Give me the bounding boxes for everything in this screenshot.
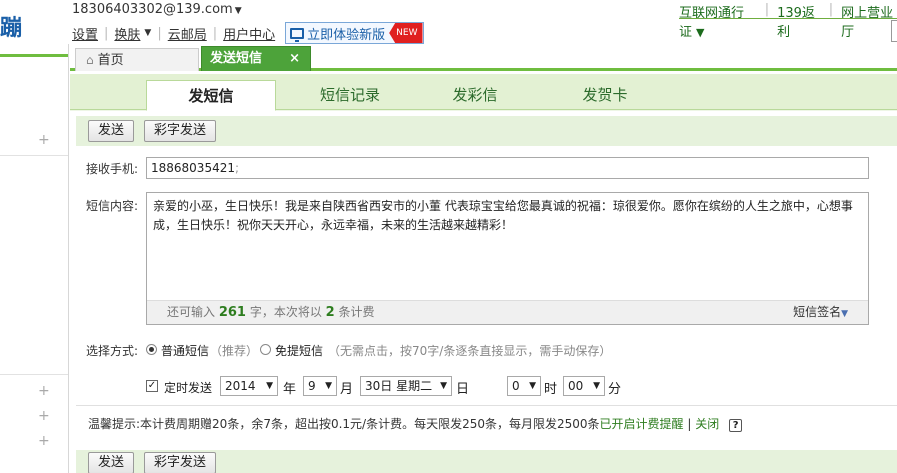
subtab-send-sms[interactable]: 发短信 bbox=[146, 80, 276, 111]
divider: | bbox=[212, 25, 218, 41]
tab-bar: ⌂ 首页 发送短信 × bbox=[70, 44, 897, 71]
header-rule bbox=[679, 18, 897, 19]
bottom-toolbar: 发送 彩字发送 bbox=[76, 450, 897, 473]
chevron-down-icon: ▼ bbox=[234, 6, 242, 16]
tab-send-sms-label: 发送短信 bbox=[210, 51, 263, 66]
day-select[interactable]: 30日 星期二 ▼ bbox=[360, 376, 452, 396]
close-icon[interactable]: × bbox=[289, 47, 300, 71]
user-center-link[interactable]: 用户中心 bbox=[223, 24, 275, 43]
hour-unit: 时 bbox=[544, 382, 558, 397]
hour-select[interactable]: 0 ▼ bbox=[507, 376, 541, 396]
divider bbox=[0, 155, 68, 156]
tab-home[interactable]: ⌂ 首页 bbox=[75, 48, 199, 71]
help-icon[interactable]: ? bbox=[729, 419, 743, 432]
month-select[interactable]: 9 ▼ bbox=[303, 376, 337, 396]
new-badge: NEW bbox=[389, 23, 423, 43]
send-button[interactable]: 发送 bbox=[88, 120, 134, 142]
scheduled-label[interactable]: 定时发送 bbox=[164, 379, 212, 396]
account-email: 18306403302@139.com bbox=[72, 2, 233, 17]
sidebar: + + + + bbox=[0, 44, 69, 473]
normal-sms-radio[interactable] bbox=[146, 344, 157, 355]
monitor-icon bbox=[290, 27, 305, 42]
logo: 蹦 bbox=[0, 16, 22, 41]
day-unit: 日 bbox=[456, 382, 470, 397]
divider: | bbox=[157, 25, 162, 41]
subtab-sms-records[interactable]: 短信记录 bbox=[295, 80, 405, 110]
send-button-bottom[interactable]: 发送 bbox=[88, 452, 134, 473]
account-menu[interactable]: 18306403302@139.com ▼ bbox=[72, 2, 242, 17]
sub-tabs: 发短信 短信记录 发彩信 发贺卡 bbox=[70, 74, 897, 111]
expand-plus-icon[interactable]: + bbox=[38, 133, 50, 147]
flash-sms-label[interactable]: 免提短信 bbox=[275, 342, 323, 359]
subtab-send-card[interactable]: 发贺卡 bbox=[555, 80, 655, 110]
chevron-down-icon: ▼ bbox=[696, 26, 705, 39]
recipient-input[interactable]: 18868035421; bbox=[146, 157, 869, 179]
try-new-version-button[interactable]: 立即体验新版 NEW bbox=[285, 22, 424, 44]
right-links: 互联网通行证 ▼ | 139返利 | 网上营业厅 bbox=[679, 2, 897, 40]
billing-count: 2 bbox=[325, 305, 335, 320]
divider: | bbox=[764, 2, 770, 17]
chevron-down-icon: ▼ bbox=[325, 381, 332, 391]
flash-sms-note: （无需点击，按70字/条逐条直接显示，需手动保存） bbox=[328, 344, 612, 358]
billing-reminder-status: 已开启计费提醒 bbox=[599, 417, 684, 431]
subtab-send-mms[interactable]: 发彩信 bbox=[425, 80, 525, 110]
divider bbox=[0, 374, 68, 375]
chevron-down-icon[interactable]: ▼ bbox=[144, 28, 151, 38]
top-links: 设置 | 换肤 ▼ | 云邮局 | 用户中心 立即体验新版 NEW bbox=[72, 22, 424, 44]
flash-sms-radio[interactable] bbox=[260, 344, 271, 355]
month-unit: 月 bbox=[340, 382, 354, 397]
recipient-label: 接收手机: bbox=[86, 162, 139, 176]
top-header: 蹦 18306403302@139.com ▼ 设置 | 换肤 ▼ | 云邮局 | … bbox=[0, 0, 897, 44]
sms-form: 发送 彩字发送 接收手机: 18868035421; 短信内容: 亲爱的小巫，生… bbox=[70, 111, 897, 473]
try-new-version-label: 立即体验新版 bbox=[307, 27, 386, 43]
passport-link[interactable]: 互联网通行证 ▼ bbox=[679, 2, 757, 40]
expand-plus-icon[interactable]: + bbox=[38, 409, 50, 423]
sidebar-accent bbox=[0, 54, 68, 57]
year-unit: 年 bbox=[283, 382, 297, 397]
char-counter: 还可输入 261 字，本次将以 2 条计费 短信签名▼ bbox=[147, 300, 868, 324]
color-send-button[interactable]: 彩字发送 bbox=[144, 120, 216, 142]
chevron-down-icon: ▼ bbox=[841, 309, 848, 319]
chevron-down-icon: ▼ bbox=[266, 381, 273, 391]
signature-dropdown[interactable]: 短信签名▼ bbox=[793, 301, 848, 326]
minute-select[interactable]: 00 ▼ bbox=[563, 376, 605, 396]
divider: | bbox=[104, 25, 109, 41]
settings-link[interactable]: 设置 bbox=[72, 24, 98, 43]
message-text: 亲爱的小巫，生日快乐！我是来自陕西省西安市的小董 代表琼宝宝给您最真诚的祝福：琼… bbox=[153, 199, 853, 232]
method-label: 选择方式: bbox=[86, 344, 139, 358]
expand-plus-icon[interactable]: + bbox=[38, 384, 50, 398]
chevron-down-icon: ▼ bbox=[529, 381, 536, 391]
scheduled-checkbox[interactable]: ✓ bbox=[146, 380, 158, 392]
content-label: 短信内容: bbox=[86, 199, 139, 213]
tab-send-sms[interactable]: 发送短信 × bbox=[201, 46, 311, 71]
home-icon: ⌂ bbox=[86, 53, 94, 67]
online-hall-link[interactable]: 网上营业厅 bbox=[841, 2, 897, 40]
chevron-down-icon: ▼ bbox=[440, 381, 447, 391]
divider bbox=[76, 405, 897, 406]
chevron-down-icon: ▼ bbox=[593, 381, 600, 391]
rebate-link[interactable]: 139返利 bbox=[777, 2, 821, 40]
close-reminder-link[interactable]: 关闭 bbox=[695, 417, 719, 431]
skin-link[interactable]: 换肤 bbox=[114, 24, 140, 43]
normal-sms-label[interactable]: 普通短信 bbox=[161, 342, 209, 359]
billing-tip: 温馨提示:本计费周期赠20条，余7条，超出按0.1元/条计费。每天限发250条，… bbox=[88, 415, 743, 432]
remaining-count: 261 bbox=[218, 305, 246, 320]
minute-unit: 分 bbox=[608, 382, 622, 397]
expand-plus-icon[interactable]: + bbox=[38, 434, 50, 448]
top-toolbar: 发送 彩字发送 bbox=[76, 116, 897, 146]
color-send-button-bottom[interactable]: 彩字发送 bbox=[144, 452, 216, 473]
normal-sms-note: （推荐） bbox=[210, 344, 259, 358]
year-select[interactable]: 2014 ▼ bbox=[220, 376, 278, 396]
divider: | bbox=[828, 2, 834, 17]
tab-home-label: 首页 bbox=[97, 53, 124, 68]
cloud-post-link[interactable]: 云邮局 bbox=[168, 24, 207, 43]
search-box-edge[interactable] bbox=[891, 20, 897, 42]
main-panel: 发短信 短信记录 发彩信 发贺卡 发送 彩字发送 接收手机: 188680354… bbox=[70, 74, 897, 473]
message-textarea[interactable]: 亲爱的小巫，生日快乐！我是来自陕西省西安市的小董 代表琼宝宝给您最真诚的祝福：琼… bbox=[146, 192, 869, 325]
